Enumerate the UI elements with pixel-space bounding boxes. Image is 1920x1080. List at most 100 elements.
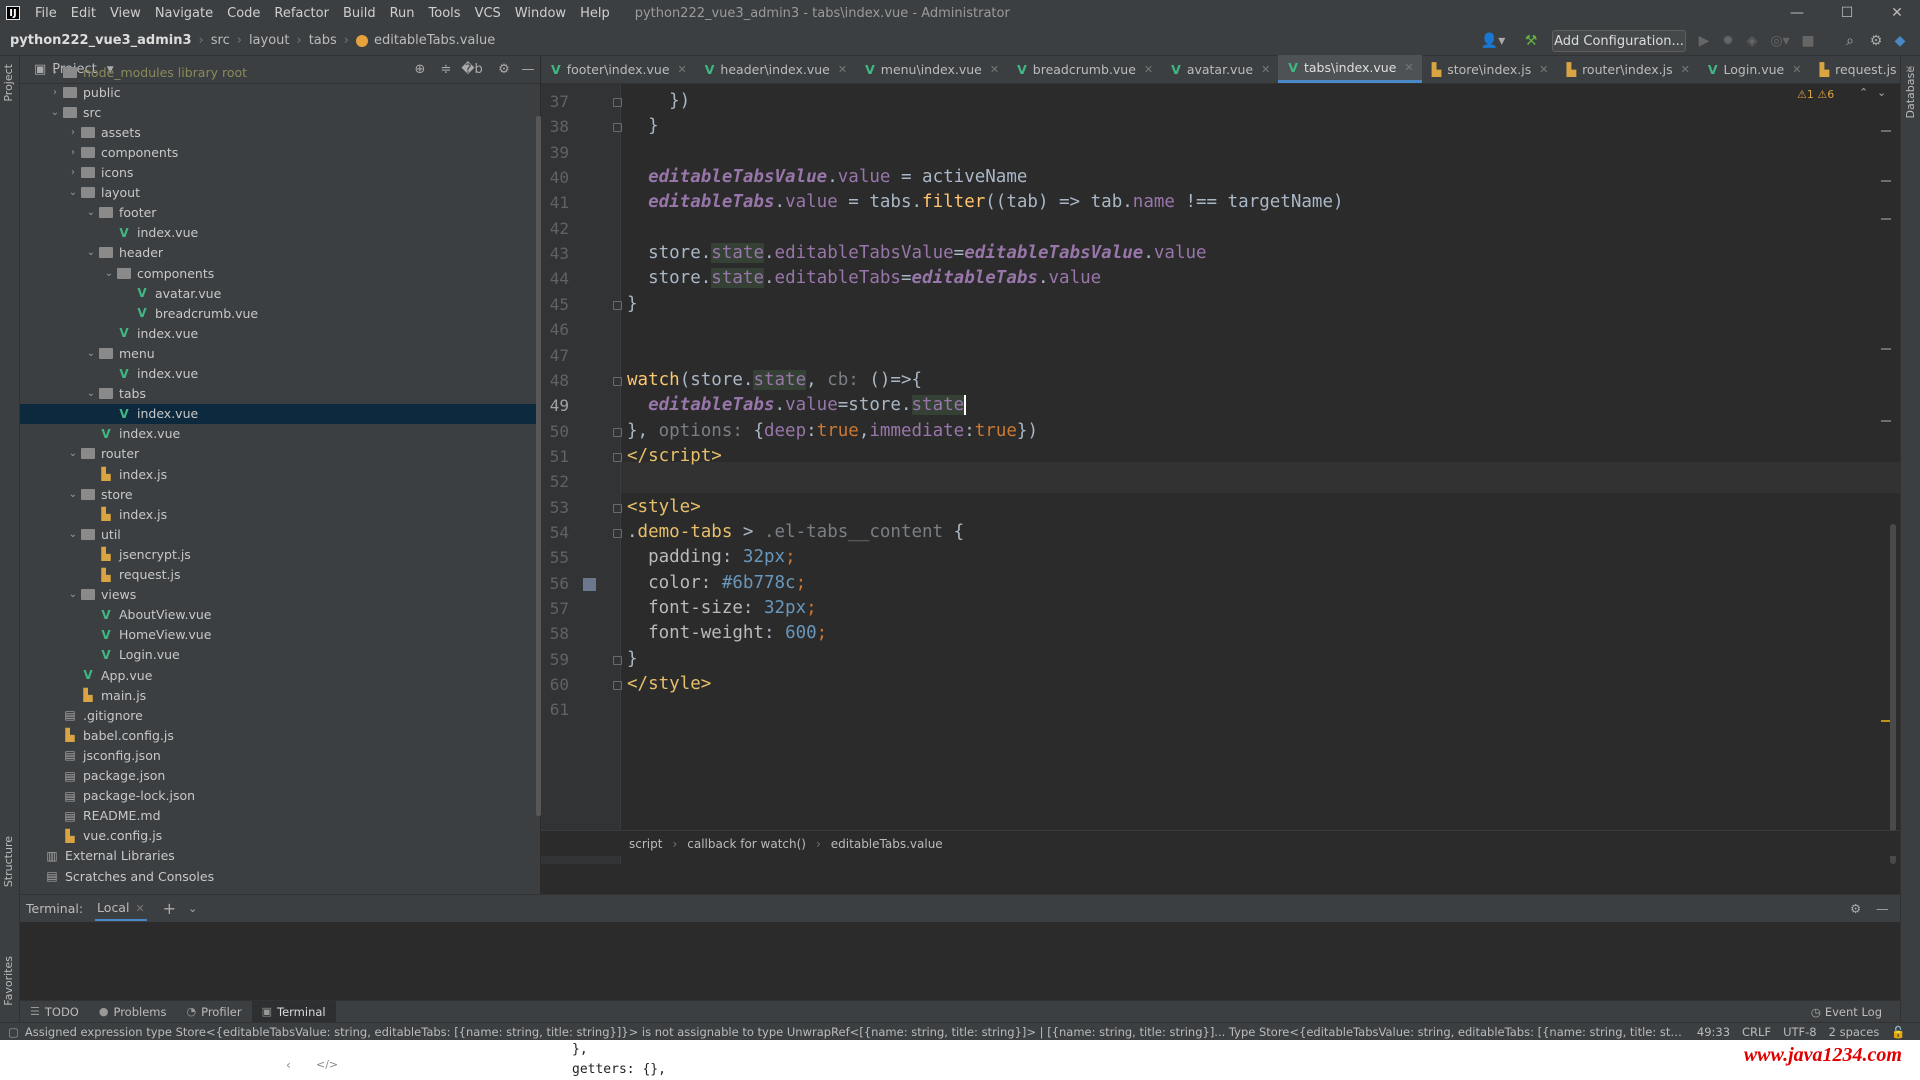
tree-file[interactable]: Vavatar.vue [20,283,538,303]
editor-tab[interactable]: Vtabs\index.vue ✕ [1278,55,1422,83]
fold-marker-icon[interactable] [613,300,622,310]
chevron-down-icon[interactable]: ⌄ [84,388,98,399]
editor-tab[interactable]: ▙ store\index.js ✕ [1422,55,1557,83]
line-number[interactable]: 42 [541,219,569,238]
line-number[interactable]: 51 [541,447,569,466]
tree-file[interactable]: ▙ vue.config.js [20,826,538,846]
editor-crumb-symbol[interactable]: editableTabs.value [831,837,943,851]
menu-refactor[interactable]: Refactor [267,6,336,21]
editor-tab[interactable]: V Login.vue ✕ [1698,55,1810,83]
new-terminal-icon[interactable]: + [163,899,176,918]
line-number[interactable]: 39 [541,143,569,162]
tree-file[interactable]: ▙ babel.config.js [20,725,538,745]
close-tab-icon[interactable]: ✕ [838,63,847,76]
run-icon[interactable]: ▶ [1694,30,1714,52]
structure-tool-button[interactable]: Structure [2,836,15,887]
project-tool-button[interactable]: Project [2,64,15,102]
tree-file[interactable]: V Login.vue [20,645,538,665]
code-line[interactable]: } [627,289,638,320]
chevron-right-icon[interactable]: › [48,87,62,98]
code-line[interactable]: } [627,111,659,142]
line-number[interactable]: 55 [541,548,569,567]
tree-file[interactable]: ▙ index.js [20,464,538,484]
code-line[interactable]: editableTabs.value = tabs.filter((tab) =… [627,187,1343,218]
toolwindow-terminal[interactable]: ▣ Terminal [251,1000,336,1023]
code-line[interactable]: store.state.editableTabs=editableTabs.va… [627,263,1101,294]
editor-crumb-script[interactable]: script [629,837,662,851]
menu-view[interactable]: View [103,6,148,21]
breadcrumb-layout[interactable]: layout [249,33,290,48]
close-tab-icon[interactable]: ✕ [1681,63,1690,76]
chevron-down-icon[interactable]: ⌄ [188,902,197,915]
chevron-right-icon[interactable]: › [66,167,80,178]
code-icon[interactable]: </> [316,1058,338,1071]
menu-navigate[interactable]: Navigate [148,6,220,21]
editor-tab[interactable]: Vfooter\index.vue ✕ [541,55,695,83]
chevron-up-icon[interactable]: ⌃ [1859,86,1868,99]
tree-folder[interactable]: › node_modules library root [20,62,538,82]
tree-folder[interactable]: ⌄ header [20,243,538,263]
tree-folder[interactable]: › assets [20,122,538,142]
editor-tab[interactable]: Vbreadcrumb.vue ✕ [1007,55,1161,83]
tree-folder[interactable]: ⌄ menu [20,343,538,363]
plugin-icon[interactable]: ◆ [1890,30,1910,52]
nav-back-icon[interactable]: ‹ [286,1058,291,1072]
tree-folder[interactable]: › components [20,142,538,162]
line-number[interactable]: 60 [541,675,569,694]
editor-tab[interactable]: Vmenu\index.vue ✕ [855,55,1007,83]
hide-terminal-icon[interactable]: — [1876,901,1889,916]
close-tab-icon[interactable]: ✕ [1404,61,1413,74]
chevron-right-icon[interactable]: › [66,147,80,158]
chevron-down-icon[interactable]: ⌄ [1877,86,1886,99]
editor-tab[interactable]: Vavatar.vue ✕ [1161,55,1278,83]
chevron-down-icon[interactable]: ⌄ [66,489,80,500]
caret-position[interactable]: 49:33 [1697,1025,1730,1039]
tree-file[interactable]: Vindex.vue [20,323,538,343]
tree-file[interactable]: ▙ request.js [20,565,538,585]
color-swatch-icon[interactable] [583,577,596,591]
line-number[interactable]: 40 [541,168,569,187]
line-number[interactable]: 45 [541,295,569,314]
tree-file[interactable]: ▤ .gitignore [20,705,538,725]
editor-tab[interactable]: Vheader\index.vue ✕ [695,55,855,83]
menu-code[interactable]: Code [220,6,267,21]
tree-file[interactable]: Vindex.vue [20,424,538,444]
chevron-down-icon[interactable]: ⌄ [48,107,62,118]
terminal-body[interactable] [20,922,1900,1000]
code-line[interactable]: </script> [627,441,722,472]
fold-marker-icon[interactable] [613,528,622,538]
tree-folder[interactable]: ⌄ router [20,444,538,464]
toolwindow-todo[interactable]: ☰ TODO [20,1001,89,1023]
inspection-warnings[interactable]: ⚠1 ⚠6 [1797,88,1834,101]
tree-folder[interactable]: ⌄ store [20,484,538,504]
line-number[interactable]: 50 [541,422,569,441]
debug-icon[interactable]: ✹ [1718,30,1738,52]
stop-icon[interactable]: ■ [1798,30,1818,52]
tree-file[interactable]: ▤ Scratches and Consoles [20,866,538,886]
line-number[interactable]: 59 [541,650,569,669]
tree-folder[interactable]: › public [20,82,538,102]
tree-file[interactable]: Vbreadcrumb.vue [20,303,538,323]
chevron-right-icon[interactable]: › [48,67,62,78]
fold-marker-icon[interactable] [613,376,622,386]
tree-file[interactable]: V HomeView.vue [20,625,538,645]
line-number[interactable]: 61 [541,700,569,719]
chevron-down-icon[interactable]: ⌄ [66,529,80,540]
tree-folder[interactable]: ⌄ footer [20,203,538,223]
event-log-button[interactable]: ◷ Event Log [1811,1005,1882,1019]
maximize-icon[interactable]: ☐ [1824,0,1870,26]
coverage-icon[interactable]: ◈ [1742,30,1762,52]
line-number[interactable]: 57 [541,599,569,618]
tree-file[interactable]: ▤ package-lock.json [20,786,538,806]
fold-marker-icon[interactable] [613,98,622,107]
line-number[interactable]: 58 [541,624,569,643]
breadcrumb-symbol[interactable]: editableTabs.value [374,33,495,48]
chevron-down-icon[interactable]: ⌄ [102,268,116,279]
terminal-settings-gear-icon[interactable]: ⚙ [1850,901,1861,916]
chevron-down-icon[interactable]: ⌄ [84,247,98,258]
line-number[interactable]: 49 [541,396,569,415]
editor-tab[interactable]: ▙ request.js ✕ [1809,55,1920,83]
tree-file[interactable]: ▤ jsconfig.json [20,745,538,765]
indent-setting[interactable]: 2 spaces [1829,1025,1880,1039]
fold-marker-icon[interactable] [613,655,622,665]
